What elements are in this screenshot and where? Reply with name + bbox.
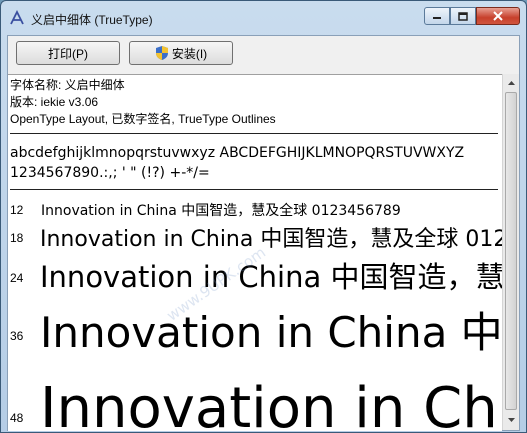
sample-text: Innovation in China 中国智造 (40, 376, 502, 431)
content-area: 打印(P) 安装(I) 字体名称: 义启中细体 版本: iekie v3.06 … (7, 35, 520, 431)
install-button[interactable]: 安装(I) (129, 41, 233, 65)
close-button[interactable] (476, 7, 520, 25)
scroll-up-button[interactable] (504, 75, 518, 91)
font-name-line: 字体名称: 义启中细体 (10, 78, 125, 92)
sample-text: Innovation in China 中国智造，慧及全球 0123456789 (40, 260, 502, 294)
minimize-button[interactable] (424, 7, 450, 25)
install-button-label: 安装(I) (171, 46, 208, 61)
font-info: 字体名称: 义启中细体 版本: iekie v3.06 OpenType Lay… (10, 77, 276, 128)
charset-digits: 1234567890.:,; ' " (!?) +-*/= (10, 165, 210, 181)
print-button-label: 打印(P) (48, 46, 88, 61)
vertical-scrollbar[interactable] (502, 74, 519, 430)
size-label: 24 (10, 271, 24, 285)
scroll-down-button[interactable] (504, 412, 518, 428)
window-title: 义启中细体 (TrueType) (31, 13, 153, 27)
sample-text: Innovation in China 中国智造，慧及全球 0123456789 (40, 227, 502, 252)
print-button[interactable]: 打印(P) (16, 41, 120, 65)
character-set: abcdefghijklmnopqrstuvwxyz ABCDEFGHIJKLM… (10, 143, 464, 183)
size-label: 36 (10, 329, 24, 343)
charset-letters: abcdefghijklmnopqrstuvwxyz ABCDEFGHIJKLM… (10, 145, 465, 161)
minimize-icon (433, 17, 441, 19)
font-version-line: 版本: iekie v3.06 (10, 95, 99, 109)
arrow-up-icon (507, 81, 515, 85)
font-preview-pane[interactable]: 字体名称: 义启中细体 版本: iekie v3.06 OpenType Lay… (8, 74, 502, 431)
scroll-thumb[interactable] (505, 92, 517, 410)
maximize-icon (458, 11, 468, 21)
sample-text: Innovation in China 中国智造，慧及全球 0123456789 (41, 203, 401, 219)
title-bar[interactable]: 义启中细体 (TrueType) (1, 1, 526, 35)
arrow-down-icon (507, 418, 515, 422)
toolbar: 打印(P) 安装(I) (8, 36, 519, 74)
font-features-line: OpenType Layout, 已数字签名, TrueType Outline… (10, 112, 276, 126)
font-viewer-window: 义启中细体 (TrueType) 打印(P) 安装(I) 字体名称: 义启中细体… (0, 0, 527, 433)
divider (10, 133, 498, 134)
font-a-icon (10, 10, 24, 25)
size-label: 12 (10, 203, 24, 217)
maximize-button[interactable] (450, 7, 476, 25)
size-label: 48 (10, 411, 24, 425)
shield-icon (155, 46, 168, 60)
sample-text: Innovation in China 中国智造，慧及全球 (40, 308, 502, 357)
size-label: 18 (10, 231, 24, 245)
divider (10, 189, 498, 190)
window-controls (424, 7, 520, 27)
close-icon (493, 11, 503, 21)
